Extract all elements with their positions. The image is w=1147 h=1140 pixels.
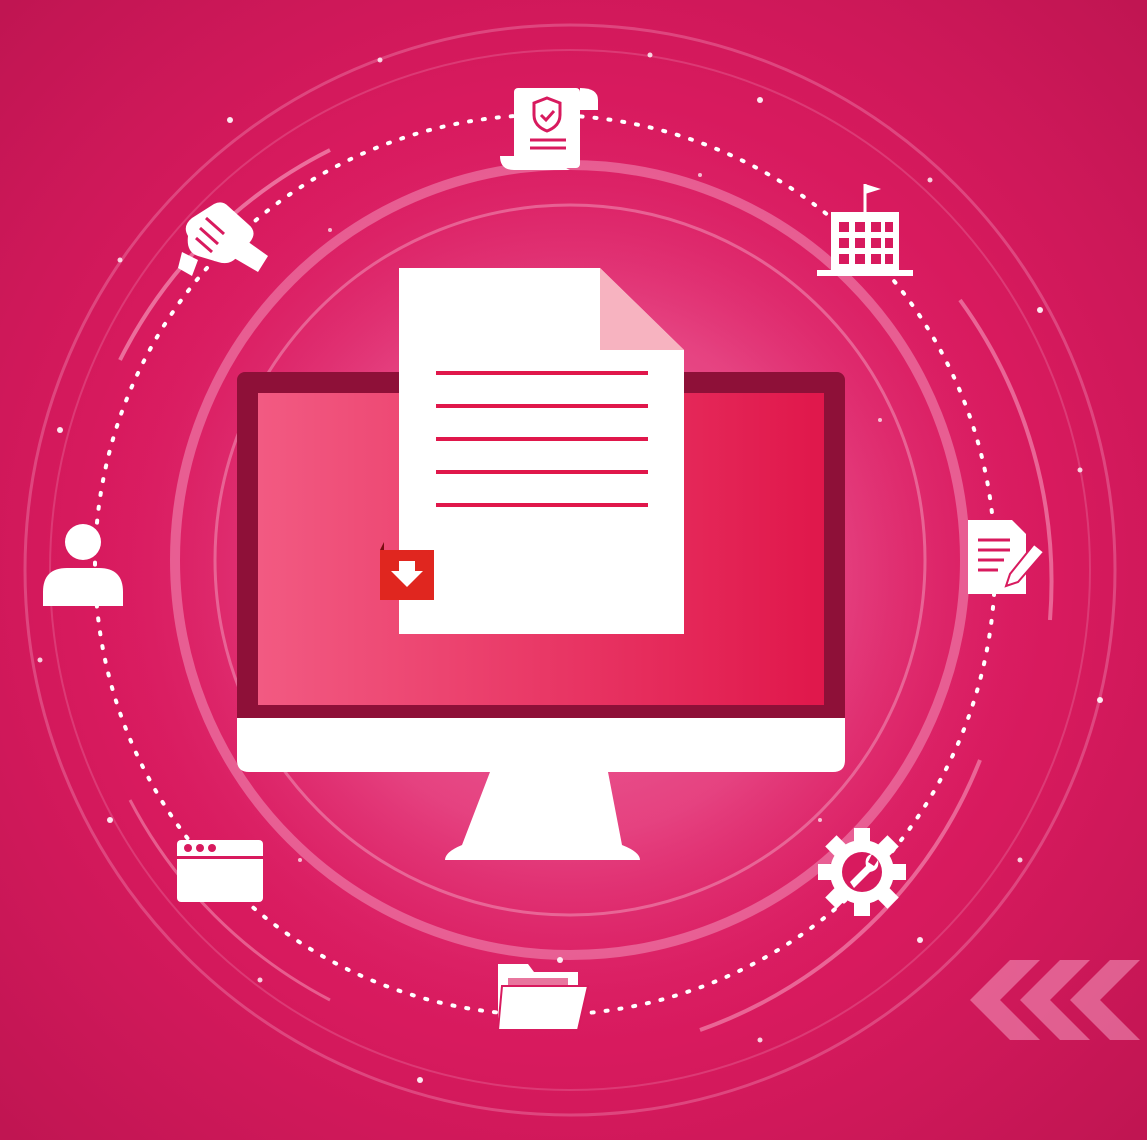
illustration-scene: [0, 0, 1147, 1140]
document-icon: [399, 268, 684, 634]
download-icon: [380, 542, 434, 600]
browser-window-icon: [177, 840, 263, 902]
illustration-canvas: [0, 0, 1147, 1140]
monitor-chin: [237, 718, 845, 772]
gear-wrench-icon: [818, 828, 906, 916]
folder-icon: [496, 964, 590, 1031]
